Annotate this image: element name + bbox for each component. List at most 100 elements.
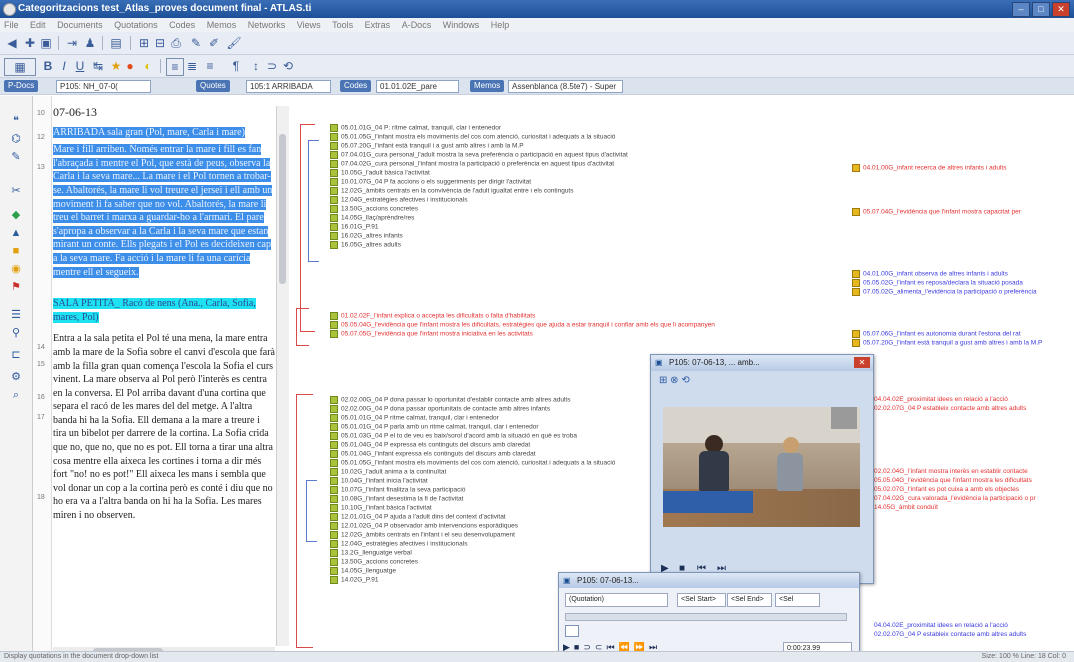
circle-icon[interactable]: ● [122, 58, 138, 74]
menu-help[interactable]: Help [491, 20, 510, 30]
code-item[interactable]: 05.07.05G_l'evidència que l'infant mostr… [330, 330, 533, 338]
code-item[interactable]: 04.04.02E_proximitat idees en relació a … [874, 396, 1008, 403]
save-icon[interactable]: ▣ [38, 35, 54, 51]
network-icon[interactable]: ⊞ [136, 35, 152, 51]
code-item[interactable]: 12.04G_estratègies afectives i instituci… [330, 540, 467, 548]
text-mode-icon[interactable]: ▦ [4, 58, 36, 76]
video-window-titlebar[interactable]: ▣ P105: 07-06-13, ... amb... ✕ [651, 355, 873, 371]
open-coding-icon[interactable]: ◆ [9, 208, 23, 222]
bold-icon[interactable]: B [40, 58, 56, 74]
code-item[interactable]: 10.05G_l'adult bàsica l'activitat [330, 169, 430, 177]
align-right-icon[interactable]: ≡ [202, 58, 218, 74]
cut-icon[interactable]: ✂ [9, 184, 23, 198]
paragraph-icon[interactable]: ¶ [228, 58, 244, 74]
menu-windows[interactable]: Windows [443, 20, 480, 30]
codes-label[interactable]: Codes [340, 80, 372, 92]
maximize-button[interactable]: □ [1032, 2, 1050, 17]
align-left-icon[interactable]: ≡ [166, 58, 184, 76]
menu-edit[interactable]: Edit [30, 20, 46, 30]
code-item[interactable]: 07.05.02G_alimenta_l'evidència la partic… [852, 288, 1037, 296]
code-item[interactable]: 05.01.03G_04 P el to de veu es baix/soro… [330, 432, 577, 440]
memo-icon[interactable]: ✎ [9, 150, 23, 164]
link-icon[interactable]: ⊃ [264, 58, 280, 74]
quote-icon[interactable]: ❝ [9, 114, 23, 128]
selected-heading[interactable]: ARRIBADA sala gran (Pol, mare, Carla i m… [53, 126, 245, 138]
code-item[interactable]: 04.01.00G_infant observa de altres infan… [852, 270, 1008, 278]
edit-icon[interactable]: ✐ [206, 35, 222, 51]
code-item[interactable]: 05.05.02G_l'infant es reposa/declara la … [852, 279, 1023, 287]
code-item[interactable]: 10.02G_l'adult anima a la continuïtat [330, 468, 446, 476]
code-item[interactable]: 12.02G_àmbits centrats en la convivència… [330, 187, 574, 195]
code-item[interactable]: 13.2G_llenguatge verbal [330, 549, 412, 557]
code-item[interactable]: 02.02.00G_04 P dona passar oportunitats … [330, 405, 550, 413]
code-item[interactable]: 05.01.04G_04 P expressa els continguts d… [330, 441, 530, 449]
video-close-button[interactable]: ✕ [854, 357, 870, 368]
indent-icon[interactable]: ↹ [90, 58, 106, 74]
code-item[interactable]: 02.02.00G_04 P dona passar lo oportunita… [330, 396, 571, 404]
code-item[interactable]: 12.02G_àmbits centrats en l'infant i el … [330, 531, 515, 539]
minimize-button[interactable]: – [1012, 2, 1030, 17]
code-item[interactable]: 05.05.04G_l'evidència que l'infant mostr… [330, 321, 715, 329]
menu-tools[interactable]: Tools [332, 20, 353, 30]
menu-file[interactable]: File [4, 20, 19, 30]
code-item[interactable]: 10.04G_l'infant inicia l'activitat [330, 477, 428, 485]
code-item[interactable]: 12.01.02G_04 P observador amb intervenci… [330, 522, 518, 530]
code-item[interactable]: 05.07.20G_l'infant està tranquil a gust … [852, 339, 1042, 347]
align-center-icon[interactable]: ≣ [184, 58, 200, 74]
media-player-window[interactable]: ▣ P105: 07-06-13... (Quotation) <Sel Sta… [558, 572, 860, 660]
codes-dropdown[interactable]: 01.01.02E_pare [376, 80, 459, 93]
memos-dropdown[interactable]: Assenblanca (8.5te7) - Super [508, 80, 623, 93]
menu-documents[interactable]: Documents [57, 20, 103, 30]
code-item[interactable]: 07.04.02G_cura personal_l'infant mostra … [330, 160, 614, 168]
close-button[interactable]: ✕ [1052, 2, 1070, 17]
code-item[interactable]: 10.07G_l'infant finalitza la seva partic… [330, 486, 465, 494]
paint-icon[interactable]: 🖌 [226, 35, 242, 51]
primary-document[interactable]: 07-06-13 ARRIBADA sala gran (Pol, mare, … [53, 106, 275, 646]
code-item[interactable]: 05.01.05G_l'infant mostra els moviments … [330, 459, 615, 467]
back-icon[interactable]: ◀ [4, 35, 20, 51]
video-window[interactable]: ▣ P105: 07-06-13, ... amb... ✕ ⊞ ⊗ ⟲ ▶ ■… [650, 354, 874, 584]
code-item[interactable]: 05.01.01G_04 P: rítme calmat, tranquil, … [330, 124, 501, 132]
query-icon[interactable]: ⊟ [152, 35, 168, 51]
code-item[interactable]: 14.05G_àmbit conduït [874, 504, 938, 511]
underline-icon[interactable]: U [72, 58, 88, 74]
code-item[interactable]: 05.01.01G_04 P parla amb un ritme calmat… [330, 423, 539, 431]
pdocs-dropdown[interactable]: P105: NH_07-0( [56, 80, 151, 93]
quotation-field[interactable]: (Quotation) [565, 593, 668, 607]
code-item[interactable]: 05.07.20G_l'infant està tranquil i a gus… [330, 142, 524, 150]
sel-end-field[interactable]: <Sel End> [727, 593, 772, 607]
body-paragraph[interactable]: Entra a la sala petita el Pol té una men… [53, 332, 275, 522]
code-item[interactable]: 14.05G_llenguatge [330, 567, 396, 575]
code-item[interactable]: 02.02.07G_04 P estableix contacte amb al… [874, 631, 1026, 638]
sort-icon[interactable]: ↕ [248, 58, 264, 74]
code-in-vivo-icon[interactable]: ▲ [9, 226, 23, 240]
assign-docs-icon[interactable]: ⇥ [64, 35, 80, 51]
menu-quotations[interactable]: Quotations [114, 20, 158, 30]
code-item[interactable]: 04.01.00G_infant recerca de altres infan… [852, 164, 1006, 172]
code-item[interactable]: 07.04.01G_cura personal_l'adult mostra l… [330, 151, 628, 159]
code-item[interactable]: 05.05.04G_l'evidència que l'infant mostr… [874, 477, 1032, 484]
code-item[interactable]: 04.04.02E_proximitat idees en relació a … [874, 622, 1008, 629]
code-item[interactable]: 14.05G_llaç/aprèndre/res [330, 214, 414, 222]
menu-extras[interactable]: Extras [365, 20, 391, 30]
code-item[interactable]: 05.01.01G_04 P ritme calmat, tranquil, c… [330, 414, 499, 422]
timeline-slider[interactable] [565, 613, 847, 621]
menu-codes[interactable]: Codes [169, 20, 195, 30]
settings-icon[interactable]: ⚙ [9, 370, 23, 384]
code-item[interactable]: 13.50G_accions concretes [330, 558, 418, 566]
code-item[interactable]: 10.10G_l'infant bàsica l'activitat [330, 504, 432, 512]
code-item[interactable]: 12.01.01G_04 P ajuda a l'adult dins del … [330, 513, 506, 521]
code-item[interactable]: 02.02.04G_l'infant mostra interès en est… [874, 468, 1028, 475]
print-icon[interactable]: ⎙ [168, 35, 184, 51]
code-item[interactable]: 05.07.06G_l'infant es autonomia durant l… [852, 330, 1021, 338]
video-tools-icon[interactable]: ⊞ ⊗ ⟲ [659, 375, 690, 386]
code-item[interactable]: 10.08G_l'infant desestima la fi de l'act… [330, 495, 463, 503]
code-item[interactable]: 07.04.02G_cura valorada_l'evidència la p… [874, 495, 1036, 502]
code-item[interactable]: 05.01.05G_l'infant mostra els moviments … [330, 133, 615, 141]
menu-adocs[interactable]: A-Docs [402, 20, 432, 30]
code-item[interactable]: 14.02G_P.91 [330, 576, 378, 584]
search-icon[interactable]: ⌕ [9, 388, 23, 402]
menu-views[interactable]: Views [297, 20, 321, 30]
people-icon[interactable]: ♟ [82, 35, 98, 51]
code-item[interactable]: 05.07.04G_l'evidència que l'infant mostr… [852, 208, 1021, 216]
